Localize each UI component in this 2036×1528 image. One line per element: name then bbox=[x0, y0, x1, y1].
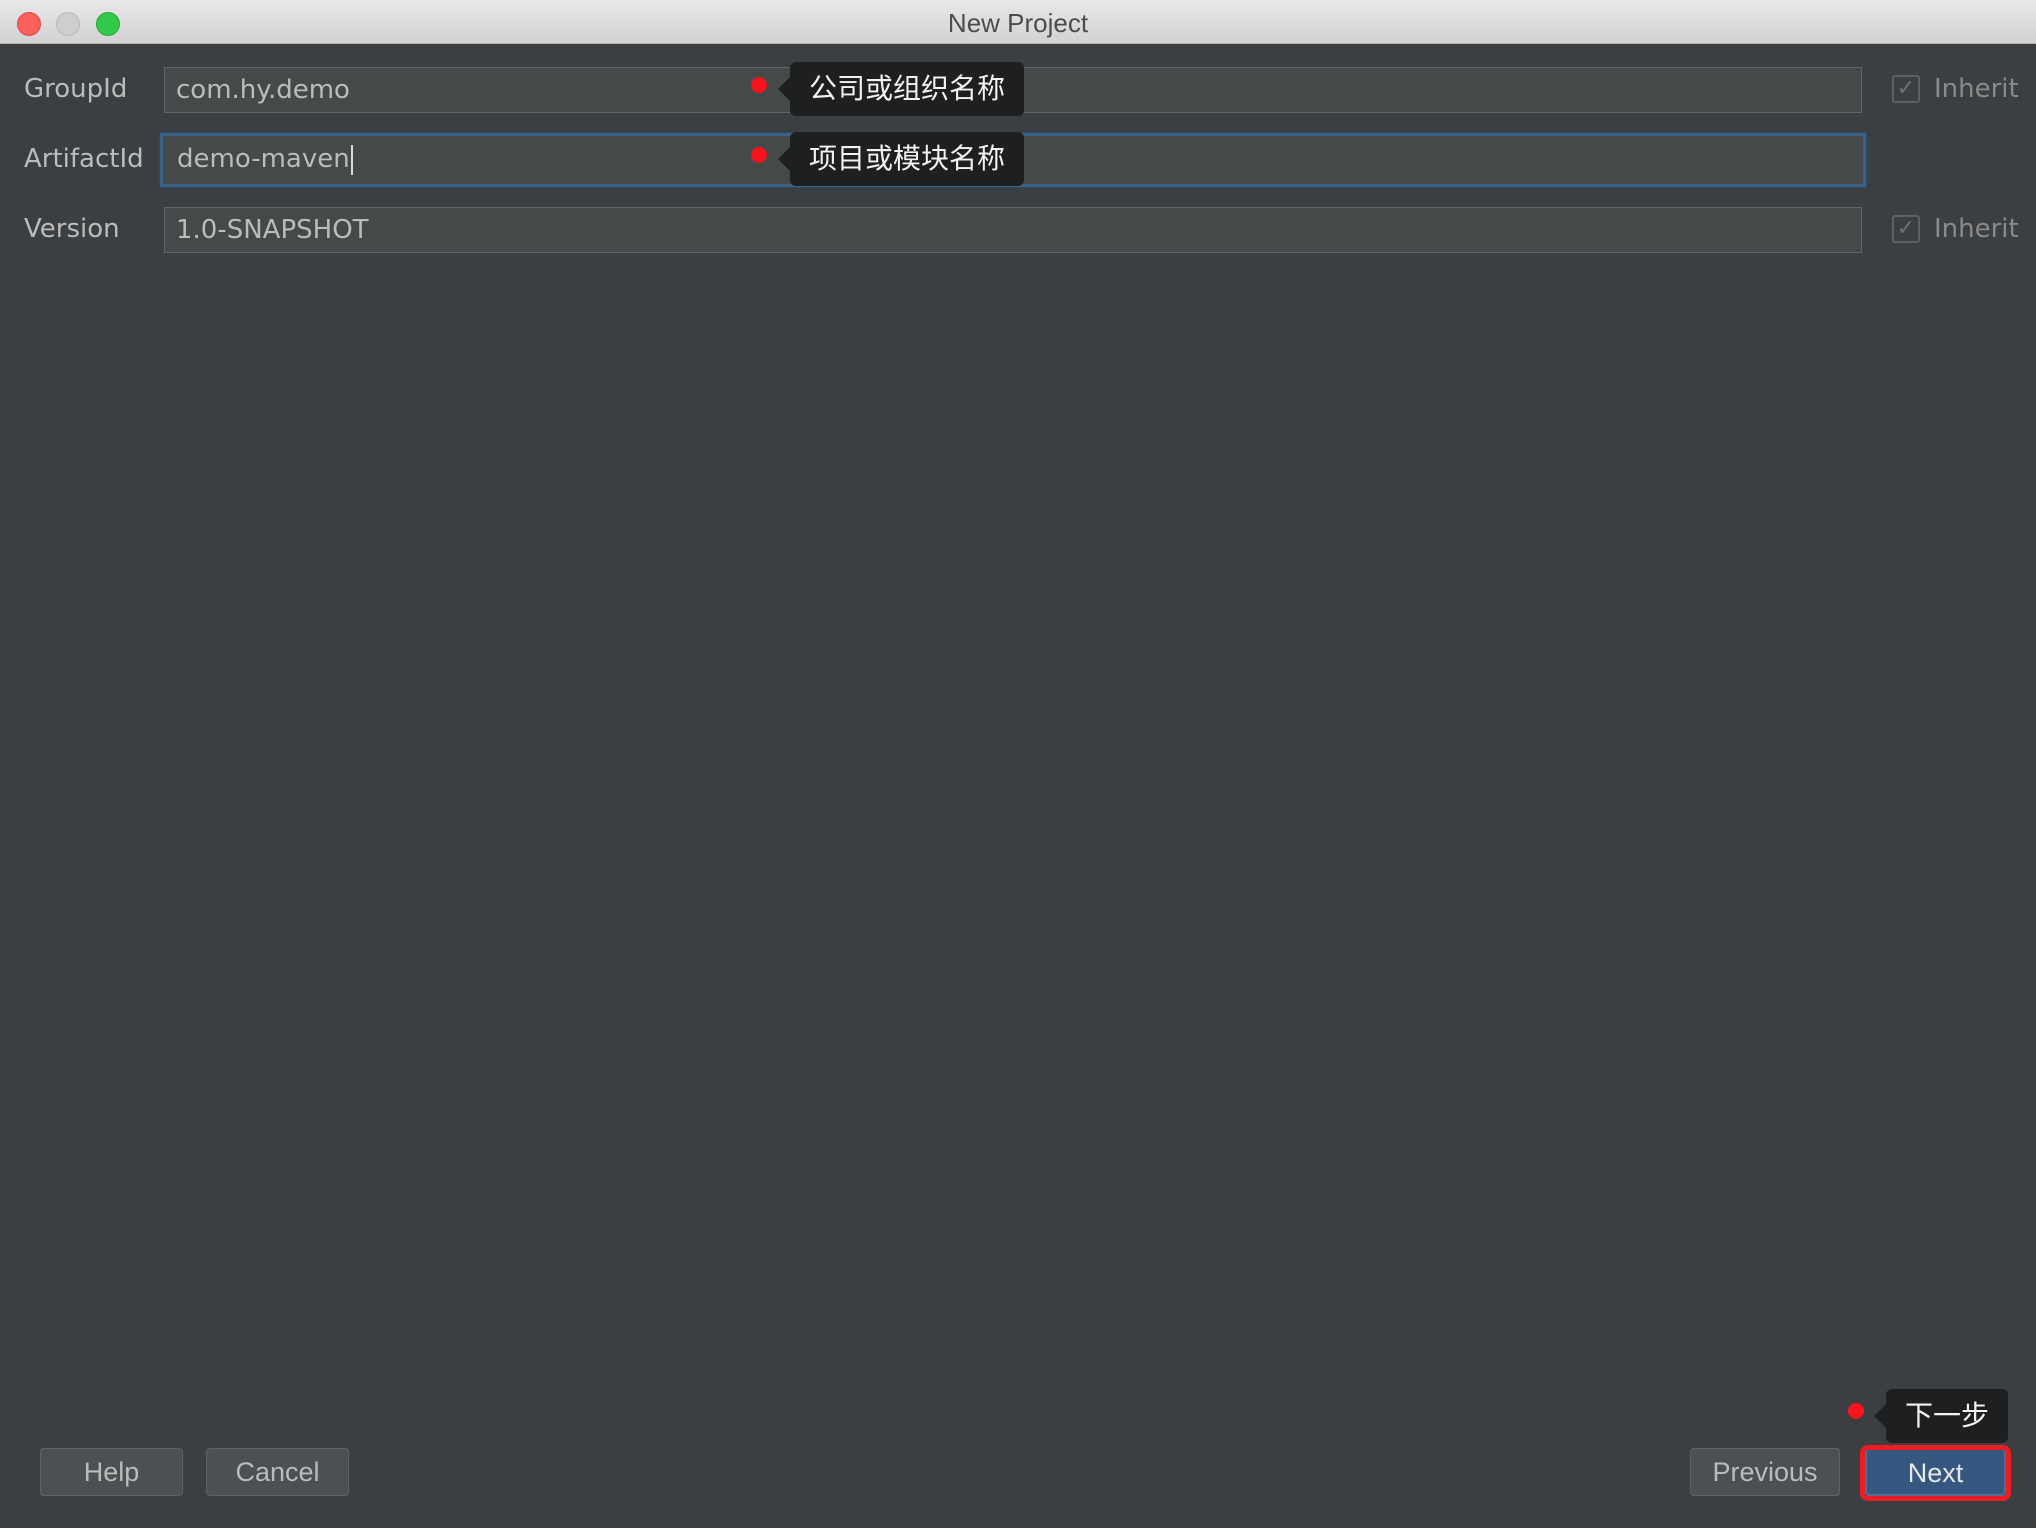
help-button[interactable]: Help bbox=[40, 1448, 183, 1496]
version-inherit-label: Inherit bbox=[1934, 214, 2019, 244]
version-label: Version bbox=[24, 214, 120, 244]
group-id-value: com.hy.demo bbox=[176, 75, 350, 105]
annotation-dot bbox=[1848, 1403, 1864, 1419]
annotation-dot bbox=[751, 77, 767, 93]
version-inherit[interactable]: ✓ Inherit bbox=[1892, 214, 2019, 244]
version-input[interactable]: 1.0-SNAPSHOT bbox=[164, 207, 1862, 253]
text-caret bbox=[350, 144, 353, 175]
window-title: New Project bbox=[947, 8, 1089, 38]
artifact-id-label: ArtifactId bbox=[24, 144, 144, 174]
group-id-inherit[interactable]: ✓ Inherit bbox=[1892, 74, 2019, 104]
title-bar: New Project bbox=[0, 0, 2036, 44]
artifact-id-annotation: 项目或模块名称 bbox=[777, 132, 1025, 186]
previous-button[interactable]: Previous bbox=[1690, 1448, 1840, 1496]
cancel-button[interactable]: Cancel bbox=[206, 1448, 349, 1496]
version-value: 1.0-SNAPSHOT bbox=[176, 215, 369, 245]
annotation-dot bbox=[751, 147, 767, 163]
artifact-id-value: demo-maven bbox=[177, 144, 350, 174]
checkmark-icon[interactable]: ✓ bbox=[1892, 75, 1920, 103]
group-id-label: GroupId bbox=[24, 74, 128, 104]
checkmark-icon[interactable]: ✓ bbox=[1892, 215, 1920, 243]
next-button-highlight bbox=[1860, 1445, 2011, 1501]
group-id-inherit-label: Inherit bbox=[1934, 74, 2019, 104]
next-annotation: 下一步 bbox=[1873, 1389, 2009, 1443]
group-id-annotation: 公司或组织名称 bbox=[777, 62, 1025, 116]
